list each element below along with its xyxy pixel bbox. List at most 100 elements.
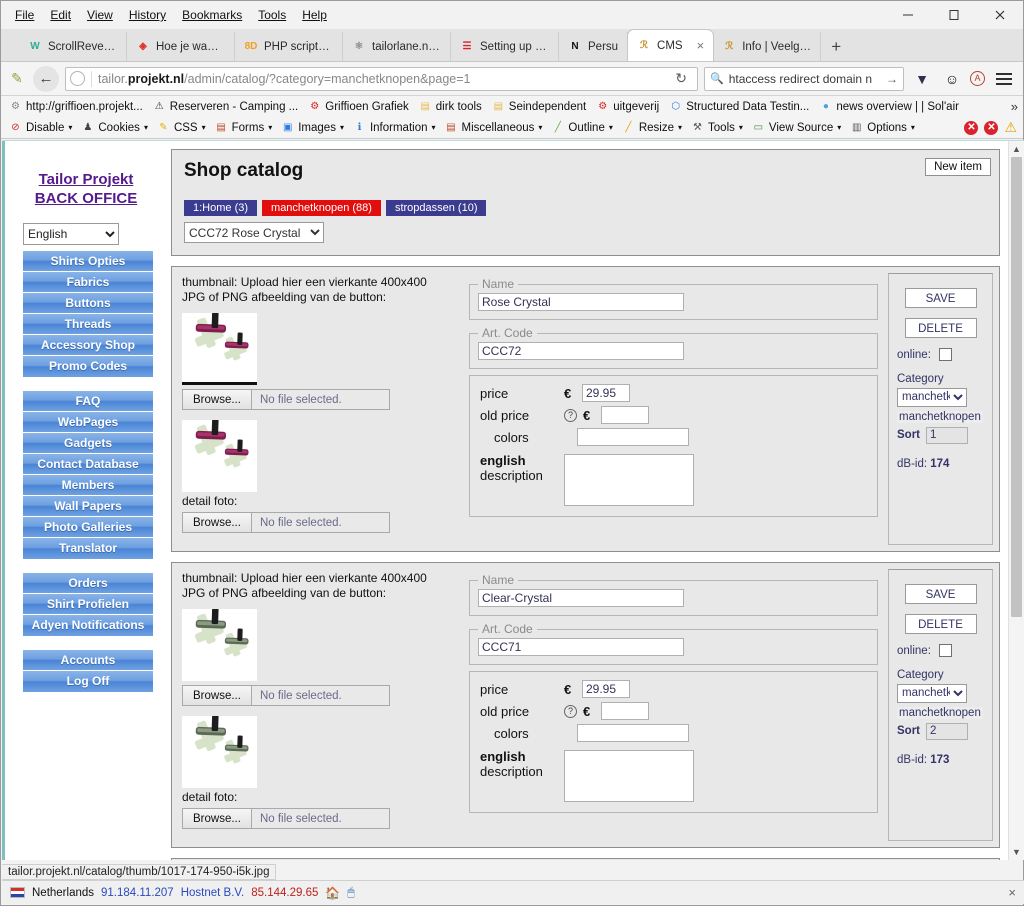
detail-file-input[interactable]: Browse... No file selected. [182, 512, 390, 533]
help-icon[interactable]: ? [564, 408, 577, 422]
sidebar-item-members[interactable]: Members [23, 474, 153, 496]
sidebar-item-accessory-shop[interactable]: Accessory Shop [23, 334, 153, 356]
delete-button[interactable]: DELETE [904, 318, 977, 338]
browser-tab[interactable]: N Persu [559, 32, 629, 61]
flagfox-icon[interactable]: 🏠 [325, 886, 340, 900]
devtool-menu-item[interactable]: ▭ View Source ▾ [748, 120, 845, 135]
save-button[interactable]: SAVE [904, 584, 977, 604]
warning-icon[interactable]: ⚠ [1004, 119, 1017, 136]
menu-tools[interactable]: Tools [250, 5, 294, 25]
devtool-menu-item[interactable]: ⊘ Disable ▾ [5, 120, 76, 135]
detail-file-input[interactable]: Browse... No file selected. [182, 808, 390, 829]
online-checkbox[interactable] [938, 644, 952, 657]
devtool-menu-item[interactable]: ▤ Forms ▾ [211, 120, 277, 135]
new-item-button[interactable]: New item [925, 158, 991, 176]
new-tab-button[interactable]: + [821, 32, 851, 61]
devtool-menu-item[interactable]: ╱ Resize ▾ [618, 120, 686, 135]
menu-history[interactable]: History [121, 5, 174, 25]
browser-tab[interactable]: 8D PHP scripts - P... [235, 32, 343, 61]
save-button[interactable]: SAVE [904, 288, 977, 308]
menu-edit[interactable]: Edit [42, 5, 79, 25]
devtool-menu-item[interactable]: ▣ Images ▾ [277, 120, 348, 135]
devtool-menu-item[interactable]: ▤ Miscellaneous ▾ [441, 120, 547, 135]
online-checkbox[interactable] [938, 348, 952, 361]
sidebar-item-fabrics[interactable]: Fabrics [23, 271, 153, 293]
sidebar-item-contact-database[interactable]: Contact Database [23, 453, 153, 475]
devtool-menu-item[interactable]: ♟ Cookies ▾ [77, 120, 152, 135]
error-icon-1[interactable]: ✕ [964, 120, 979, 135]
help-icon[interactable]: ? [564, 704, 577, 718]
sidebar-item-log-off[interactable]: Log Off [23, 670, 153, 692]
category-tab[interactable]: manchetknopen (88) [262, 200, 381, 216]
hamburger-menu-icon[interactable] [991, 72, 1017, 85]
back-button[interactable]: ← [33, 65, 59, 92]
delete-button[interactable]: DELETE [904, 614, 977, 634]
language-select[interactable]: EnglishNederlands [23, 222, 119, 245]
old-price-input[interactable] [601, 406, 649, 424]
browse-button[interactable]: Browse... [183, 686, 252, 705]
sidebar-item-shirt-profielen[interactable]: Shirt Profielen [23, 593, 153, 615]
sidebar-item-translator[interactable]: Translator [23, 537, 153, 559]
price-input[interactable] [582, 384, 630, 402]
devtool-menu-item[interactable]: ℹ Information ▾ [349, 120, 440, 135]
sidebar-item-buttons[interactable]: Buttons [23, 292, 153, 314]
bookmark-item[interactable]: ⬡ Structured Data Testin... [665, 99, 813, 114]
error-icon-2[interactable]: ✕ [984, 120, 999, 135]
menu-help[interactable]: Help [294, 5, 335, 25]
sidebar-item-accounts[interactable]: Accounts [23, 649, 153, 671]
menu-view[interactable]: View [79, 5, 121, 25]
sidebar-item-wall-papers[interactable]: Wall Papers [23, 495, 153, 517]
bookmark-item[interactable]: ⚠ Reserveren - Camping ... [149, 99, 302, 114]
url-bar[interactable]: tailor.projekt.nl/admin/catalog/?categor… [65, 66, 698, 91]
sidebar-item-gadgets[interactable]: Gadgets [23, 432, 153, 454]
tab-close-icon[interactable]: × [689, 38, 705, 53]
thumbnail-file-input[interactable]: Browse... No file selected. [182, 685, 390, 706]
artcode-input[interactable] [478, 342, 684, 360]
category-select[interactable]: manchetkno [897, 683, 967, 703]
name-input[interactable] [478, 293, 684, 311]
smiley-icon[interactable]: ☺ [940, 71, 964, 87]
devtool-menu-item[interactable]: ╱ Outline ▾ [547, 120, 616, 135]
sidebar-item-webpages[interactable]: WebPages [23, 411, 153, 433]
pocket-icon[interactable]: ▼ [910, 71, 934, 87]
reload-icon[interactable]: ↻ [669, 70, 693, 87]
search-go-icon[interactable]: → [886, 72, 898, 86]
colors-input[interactable] [576, 724, 689, 742]
bookmarks-overflow-icon[interactable]: » [1011, 99, 1018, 114]
scrollbar-thumb[interactable] [1011, 157, 1022, 617]
bookmark-item[interactable]: ● news overview | | Sol'air [815, 99, 963, 114]
browser-tab[interactable]: W ScrollReveal.js ... [19, 32, 127, 61]
menu-file[interactable]: File [7, 5, 42, 25]
thumbnail-file-input[interactable]: Browse... No file selected. [182, 389, 390, 410]
brand-link-line2[interactable]: BACK OFFICE [5, 190, 167, 209]
page-scrollbar[interactable]: ▲ ▼ [1008, 141, 1024, 860]
close-button[interactable] [977, 1, 1023, 29]
item-select[interactable]: CCC72 Rose Crystal [184, 222, 324, 243]
sort-input[interactable] [926, 722, 968, 740]
browse-button[interactable]: Browse... [183, 513, 252, 532]
category-select[interactable]: manchetkno [897, 387, 967, 407]
scroll-down-arrow-icon[interactable]: ▼ [1009, 844, 1024, 860]
sidebar-item-orders[interactable]: Orders [23, 572, 153, 594]
name-input[interactable] [478, 589, 684, 607]
sidebar-item-photo-galleries[interactable]: Photo Galleries [23, 516, 153, 538]
category-tab[interactable]: stropdassen (10) [385, 200, 487, 216]
bookmark-item[interactable]: ▤ Seindependent [488, 99, 590, 114]
devtool-menu-item[interactable]: ⚒ Tools ▾ [687, 120, 747, 135]
colors-input[interactable] [576, 428, 689, 446]
cursor-tool-icon[interactable]: 🖱 [347, 885, 354, 900]
sidebar-item-adyen-notifications[interactable]: Adyen Notifications [23, 614, 153, 636]
sidebar-item-promo-codes[interactable]: Promo Codes [23, 355, 153, 377]
browser-tab[interactable]: ℛ Info | Veelgest... [713, 32, 822, 61]
browser-tab[interactable]: ⚛ tailorlane.nl - ... [343, 32, 451, 61]
browser-tab[interactable]: ℛ CMS × [628, 30, 714, 61]
browse-button[interactable]: Browse... [183, 809, 252, 828]
scroll-up-arrow-icon[interactable]: ▲ [1009, 141, 1024, 157]
search-bar[interactable]: 🔍 htaccess redirect domain n → [704, 66, 904, 91]
description-textarea[interactable] [564, 750, 694, 802]
sidebar-item-shirts-opties[interactable]: Shirts Opties [23, 250, 153, 272]
browser-tab[interactable]: ◈ Hoe je waarde ... [127, 32, 235, 61]
sidebar-item-threads[interactable]: Threads [23, 313, 153, 335]
statusbar-close-icon[interactable]: × [1008, 885, 1016, 900]
devtool-menu-item[interactable]: ✎ CSS ▾ [153, 120, 210, 135]
